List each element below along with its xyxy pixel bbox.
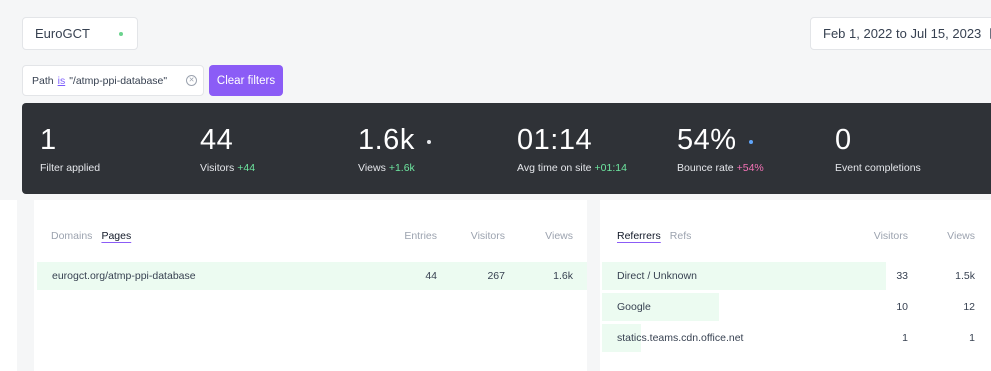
page-gutter (17, 200, 34, 371)
active-filter-chip[interactable]: Path is "/atmp-ppi-database" ✕ (22, 65, 204, 96)
stat-label: Visitors (200, 162, 235, 174)
page-path: eurogct.org/atmp-ppi-database (52, 270, 196, 282)
tab-domains[interactable]: Domains (51, 230, 92, 242)
entries-count: 44 (425, 270, 437, 282)
views-count: 12 (963, 301, 975, 313)
site-name: EuroGCT (35, 26, 90, 41)
stat-visitors[interactable]: 44 Visitors +44 (200, 125, 255, 174)
visitors-count: 267 (487, 270, 505, 282)
stat-value: 01:14 (517, 124, 593, 156)
stat-label: Bounce rate (677, 162, 734, 174)
visitors-count: 10 (896, 301, 908, 313)
referrer-name: statics.teams.cdn.office.net (617, 332, 744, 344)
tab-pages[interactable]: Pages (101, 230, 131, 242)
stat-value: 1.6k (358, 124, 415, 156)
column-header-views[interactable]: Views (930, 230, 975, 242)
stat-avg-time[interactable]: 01:14 Avg time on site +01:14 (517, 125, 627, 174)
stat-delta: +44 (237, 162, 256, 174)
stats-bar: 1 Filter applied 44 Visitors +44 1.6k Vie… (22, 103, 991, 194)
stat-value: 0 (835, 124, 852, 156)
stat-bounce-rate[interactable]: 54% Bounce rate +54% (677, 125, 764, 174)
stat-label: Event completions (835, 162, 921, 174)
table-row[interactable]: Direct / Unknown 33 1.5k (602, 262, 991, 290)
column-header-visitors[interactable]: Visitors (455, 230, 505, 242)
table-row[interactable]: eurogct.org/atmp-ppi-database 44 267 1.6… (37, 262, 587, 290)
site-selector[interactable]: EuroGCT (22, 17, 138, 50)
stat-value: 1 (40, 124, 57, 156)
tab-referrers[interactable]: Referrers (617, 230, 661, 242)
stat-event-completions[interactable]: 0 Event completions (835, 125, 921, 174)
date-range-label: Feb 1, 2022 to Jul 15, 2023 (823, 26, 982, 41)
stat-delta: +54% (736, 162, 764, 174)
stat-label: Avg time on site (517, 162, 592, 174)
date-range-picker[interactable]: Feb 1, 2022 to Jul 15, 2023 (810, 17, 991, 50)
metric-indicator-dot (426, 139, 431, 144)
referrers-panel-tabs: Referrers Refs (617, 230, 691, 242)
stat-filters-applied: 1 Filter applied (40, 125, 100, 174)
stat-views[interactable]: 1.6k Views +1.6k (358, 125, 431, 174)
visitors-count: 33 (896, 270, 908, 282)
views-count: 1.5k (955, 270, 975, 282)
tab-refs[interactable]: Refs (670, 230, 692, 242)
views-count: 1 (969, 332, 975, 344)
visitors-count: 1 (902, 332, 908, 344)
table-row[interactable]: statics.teams.cdn.office.net 1 1 (602, 324, 991, 352)
filter-field: Path (32, 74, 54, 87)
referrer-name: Direct / Unknown (617, 270, 697, 282)
filter-operator[interactable]: is (58, 75, 66, 87)
column-header-views[interactable]: Views (525, 230, 573, 242)
pages-panel-tabs: Domains Pages (51, 230, 131, 242)
column-header-entries[interactable]: Entries (388, 230, 437, 242)
stat-delta: +1.6k (388, 162, 415, 174)
clear-filters-button[interactable]: Clear filters (209, 65, 283, 96)
table-row[interactable]: Google 10 12 (602, 293, 991, 321)
panel-divider (587, 200, 600, 371)
live-status-dot (118, 31, 123, 36)
filter-value: "/atmp-ppi-database" (69, 74, 168, 87)
stat-label: Views (358, 162, 386, 174)
stat-value: 44 (200, 124, 234, 156)
stat-value: 54% (677, 124, 737, 156)
remove-filter-icon[interactable]: ✕ (186, 75, 197, 86)
referrer-name: Google (617, 301, 651, 313)
column-header-visitors[interactable]: Visitors (858, 230, 908, 242)
stat-delta: +01:14 (594, 162, 627, 174)
metric-indicator-dot (748, 139, 753, 144)
views-count: 1.6k (553, 270, 573, 282)
stat-label: Filter applied (40, 162, 101, 174)
